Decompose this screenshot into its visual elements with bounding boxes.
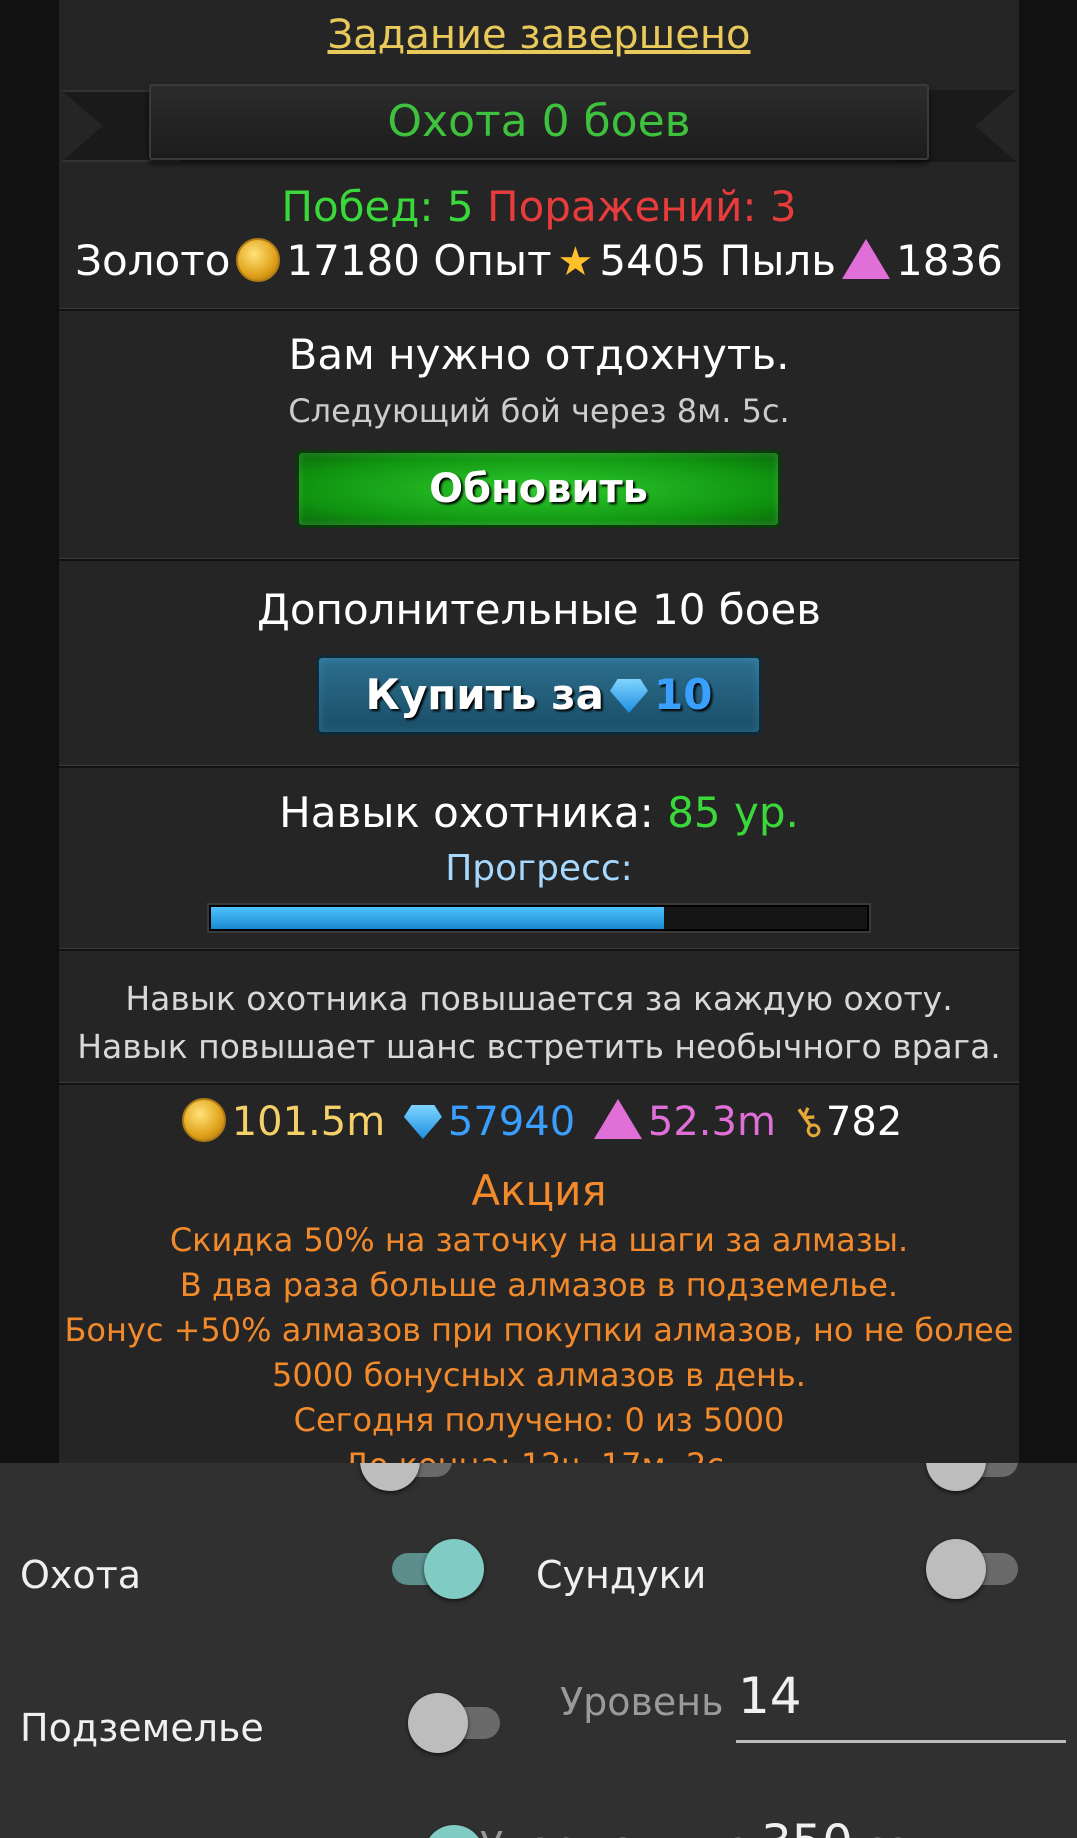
quest-completed-link[interactable]: Задание завершено xyxy=(59,12,1019,58)
level-input[interactable]: 14 xyxy=(738,1667,802,1725)
partial-switch[interactable] xyxy=(926,1463,1024,1491)
promo-line: В два раза больше алмазов в подземелье. xyxy=(179,1266,899,1304)
buy-price: 10 xyxy=(653,670,713,719)
level-input-underline xyxy=(736,1740,1066,1743)
promo-line: Скидка 50% на заточку на шаги за алмазы. xyxy=(169,1221,909,1259)
wins-count: Побед: 5 xyxy=(281,182,474,231)
hunt-toggle-label: Охота xyxy=(20,1553,142,1597)
strike-label: Удар каждые xyxy=(480,1824,749,1838)
partial-switch[interactable] xyxy=(386,1825,484,1838)
exp-label: Опыт xyxy=(433,236,552,285)
strike-unit: секунд xyxy=(865,1824,1006,1838)
skill-description: Навык охотника повышается за каждую охот… xyxy=(77,979,1001,1066)
battle-results: Побед: 5 Поражений: 3 xyxy=(59,182,1019,231)
promo-text: Скидка 50% на заточку на шаги за алмазы.… xyxy=(59,1218,1019,1463)
progress-label: Прогресс: xyxy=(445,848,633,889)
level-label: Уровень xyxy=(560,1680,724,1724)
wallet-gems: 57940 xyxy=(447,1099,576,1145)
buy-label: Купить за xyxy=(365,670,604,719)
partial-switch[interactable] xyxy=(360,1463,458,1491)
dust-pile-icon xyxy=(593,1099,642,1139)
gold-coin-icon xyxy=(236,238,281,282)
star-icon: ★ xyxy=(557,239,594,285)
divider xyxy=(59,558,1019,561)
promo-line: До конца: 12ч. 17м. 2с. xyxy=(59,1443,1019,1463)
promo-line: Бонус +50% алмазов при покупки алмазов, … xyxy=(64,1311,1014,1349)
wallet-dust: 52.3m xyxy=(647,1099,776,1145)
buy-fights-button[interactable]: Купить за 10 xyxy=(316,655,762,735)
refresh-button[interactable]: Обновить xyxy=(296,450,781,528)
diamond-icon xyxy=(403,1105,442,1139)
skill-progress-fill xyxy=(211,907,664,929)
promo-title: Акция xyxy=(471,1166,607,1215)
dungeon-toggle[interactable] xyxy=(408,1693,506,1753)
bot-settings-panel: Охота Сундуки Подземелье Удар каждые 350… xyxy=(0,1463,1077,1838)
dust-value: 1836 xyxy=(896,236,1003,285)
exp-value: 5405 xyxy=(599,236,707,285)
skill-progress-bar xyxy=(209,905,869,931)
diamond-icon xyxy=(609,679,648,713)
promo-line: 5000 бонусных алмазов в день. xyxy=(272,1356,806,1394)
extra-fights-title: Дополнительные 10 боев xyxy=(257,585,821,634)
chests-toggle[interactable] xyxy=(926,1539,1024,1599)
hunt-title: Охота 0 боев xyxy=(387,96,691,147)
hunt-ribbon: Охота 0 боев xyxy=(59,84,1019,170)
hunter-skill-title: Навык охотника: 85 ур. xyxy=(59,788,1019,837)
chests-toggle-label: Сундуки xyxy=(536,1553,707,1597)
hunt-panel: Задание завершено Охота 0 боев Побед: 5 … xyxy=(59,0,1019,1463)
wallet-keys: 782 xyxy=(825,1099,903,1145)
gold-label: Золото xyxy=(75,236,231,285)
wallet-balance: 101.5m 57940 52.3m ⚷782 xyxy=(59,1095,1019,1149)
next-fight-timer: Следующий бой через 8м. 5с. xyxy=(288,392,790,430)
promo-line: Сегодня получено: 0 из 5000 xyxy=(293,1401,785,1439)
hunt-toggle[interactable] xyxy=(386,1539,484,1599)
strike-value[interactable]: 350 xyxy=(761,1815,853,1838)
divider xyxy=(59,308,1019,311)
divider xyxy=(59,1082,1019,1085)
rest-title: Вам нужно отдохнуть. xyxy=(288,330,790,379)
dust-label: Пыль xyxy=(719,236,836,285)
losses-count: Поражений: 3 xyxy=(487,182,797,231)
strike-interval-label: Удар каждые 350 секунд xyxy=(480,1815,1006,1838)
divider xyxy=(59,765,1019,768)
key-icon: ⚷ xyxy=(782,1094,833,1150)
gold-value: 17180 xyxy=(286,236,421,285)
dust-pile-icon xyxy=(842,239,890,279)
dungeon-toggle-label: Подземелье xyxy=(20,1706,264,1750)
game-webview: Задание завершено Охота 0 боев Побед: 5 … xyxy=(0,0,1077,1463)
skill-level: 85 ур. xyxy=(667,788,799,837)
divider xyxy=(59,948,1019,951)
hunt-rewards: Золото 17180 Опыт ★ 5405 Пыль 1836 xyxy=(59,236,1019,285)
gold-coin-icon xyxy=(181,1098,226,1142)
wallet-gold: 101.5m xyxy=(231,1099,386,1145)
skill-label: Навык охотника: xyxy=(279,788,654,837)
